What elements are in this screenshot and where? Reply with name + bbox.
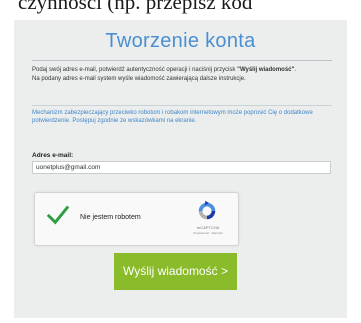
instructions-line-1: Podaj swój adres e-mail, potwierdź auten…	[32, 67, 236, 73]
robot-protection-notice: Mechanizm zabezpieczający przeciwko robo…	[32, 110, 313, 124]
email-field[interactable]	[32, 161, 331, 174]
instructions-line-1-end: .	[294, 67, 297, 73]
title-divider	[32, 60, 332, 61]
send-message-button[interactable]: Wyślij wiadomość >	[114, 253, 237, 290]
account-creation-panel: Tworzenie konta Podaj swój adres e-mail,…	[14, 20, 347, 318]
notice-divider	[32, 105, 332, 106]
recaptcha-links[interactable]: Prywatność - Warunki	[181, 231, 235, 235]
checkmark-icon[interactable]	[47, 204, 69, 226]
captcha-label: Nie jestem robotem	[80, 214, 141, 221]
instructions-button-reference: "Wyślij wiadomość"	[237, 67, 295, 73]
recaptcha-brand: reCAPTCHA	[196, 225, 220, 230]
email-label: Adres e-mail:	[32, 152, 74, 159]
instructions-line-2: Na podany adres e-mail system wyśle wiad…	[32, 75, 246, 82]
partial-top-text: czynności (np. przepisz kod	[18, 0, 253, 14]
instructions-text: Podaj swój adres e-mail, potwierdź auten…	[32, 67, 328, 83]
recaptcha-widget[interactable]: Nie jestem robotem reCAPTCHA Prywatność …	[34, 192, 239, 246]
page-title: Tworzenie konta	[105, 30, 256, 52]
recaptcha-logo-icon	[198, 200, 216, 220]
